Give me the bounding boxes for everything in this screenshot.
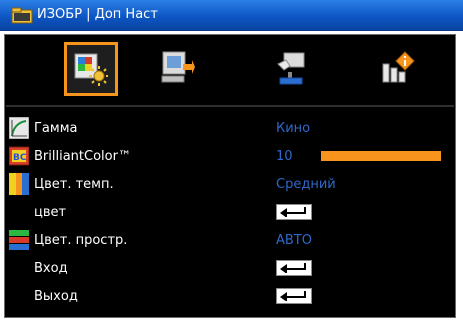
hand-setup-icon — [277, 52, 305, 85]
tab-setup[interactable] — [266, 42, 320, 96]
input-enter-button[interactable] — [276, 260, 312, 276]
color-temperature-label: Цвет. темп. — [34, 177, 114, 192]
divider — [6, 105, 454, 107]
row-color-space[interactable]: Цвет. простр. АВТО — [6, 227, 454, 255]
page-title: ИЗОБР | Доп Наст — [37, 7, 158, 22]
color-temperature-value: Средний — [276, 177, 336, 192]
color-space-icon — [9, 230, 29, 250]
image-settings-icon — [74, 53, 108, 86]
projector-screen-icon — [161, 51, 195, 83]
row-brilliantcolor[interactable]: BC BrilliantColor™ 10 — [6, 143, 454, 171]
enter-arrow-icon — [280, 291, 306, 301]
row-gamma[interactable]: Гамма Кино — [6, 115, 454, 143]
tab-image[interactable] — [64, 42, 118, 96]
tab-display[interactable] — [151, 42, 205, 96]
title-bar: ИЗОБР | Доп Наст — [0, 0, 463, 31]
brilliantcolor-slider-fill — [322, 152, 440, 160]
info-options-icon — [382, 51, 415, 83]
svg-text:BC: BC — [13, 153, 27, 163]
color-label: цвет — [34, 205, 67, 220]
enter-arrow-icon — [280, 263, 306, 273]
input-label: Вход — [34, 261, 68, 276]
folder-icon — [11, 7, 33, 24]
tab-bar — [6, 36, 454, 106]
osd-menu: ИЗОБР | Доп Наст Гамма Кино BC Brilliant… — [0, 0, 463, 323]
brilliantcolor-slider[interactable] — [321, 151, 441, 161]
color-temperature-icon — [9, 173, 29, 195]
enter-arrow-icon — [280, 207, 306, 217]
color-space-label: Цвет. простр. — [34, 233, 128, 248]
gamma-icon — [9, 117, 29, 139]
tab-options[interactable] — [371, 42, 425, 96]
exit-enter-button[interactable] — [276, 288, 312, 304]
brilliantcolor-icon: BC — [9, 146, 29, 166]
color-enter-button[interactable] — [276, 204, 312, 220]
gamma-label: Гамма — [34, 121, 78, 136]
row-color[interactable]: цвет — [6, 199, 454, 227]
color-space-value: АВТО — [276, 233, 312, 248]
row-input[interactable]: Вход — [6, 255, 454, 283]
row-exit[interactable]: Выход — [6, 283, 454, 311]
row-color-temperature[interactable]: Цвет. темп. Средний — [6, 171, 454, 199]
exit-label: Выход — [34, 289, 78, 304]
brilliantcolor-value: 10 — [276, 149, 293, 164]
gamma-value: Кино — [276, 121, 311, 136]
brilliantcolor-label: BrilliantColor™ — [34, 149, 131, 164]
